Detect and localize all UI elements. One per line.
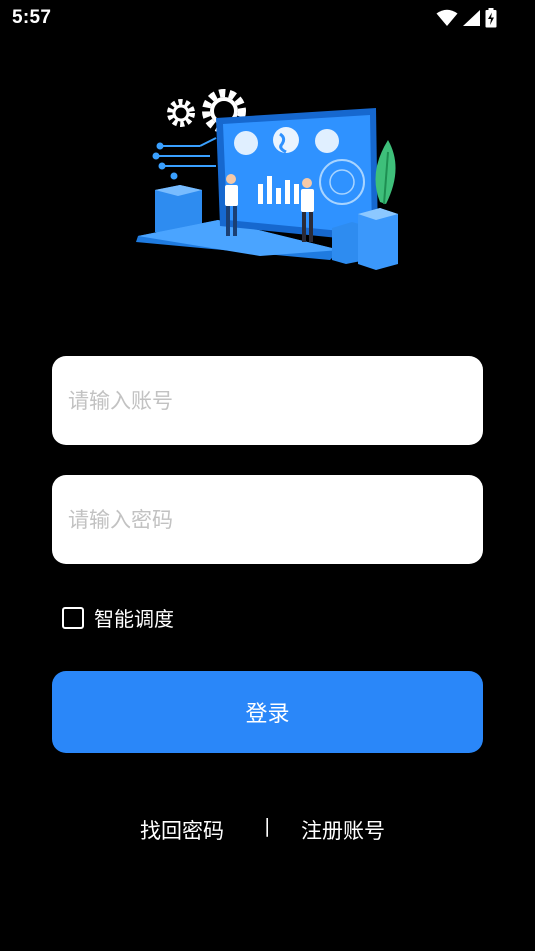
gear-icon <box>167 99 195 127</box>
account-field[interactable] <box>52 356 483 445</box>
password-field[interactable] <box>52 475 483 564</box>
smart-dispatch-checkbox[interactable] <box>62 606 84 629</box>
link-separator: | <box>264 815 271 837</box>
password-input[interactable] <box>68 507 467 532</box>
battery-charging-icon <box>485 8 497 28</box>
hero-illustration <box>130 82 410 272</box>
login-button[interactable]: 登录 <box>52 671 483 753</box>
account-input[interactable] <box>68 388 467 413</box>
smart-dispatch-label: 智能调度 <box>94 607 174 631</box>
bottom-links: 找回密码 | 注册账号 <box>0 815 535 849</box>
status-icons <box>436 8 497 28</box>
status-bar: 5:57 <box>0 0 535 36</box>
cellular-signal-icon <box>462 9 481 27</box>
wifi-icon <box>436 9 458 27</box>
forgot-password-link[interactable]: 找回密码 <box>140 815 224 845</box>
register-link[interactable]: 注册账号 <box>301 815 385 845</box>
status-time: 5:57 <box>12 7 52 28</box>
smart-dispatch-option[interactable]: 智能调度 <box>62 603 174 632</box>
